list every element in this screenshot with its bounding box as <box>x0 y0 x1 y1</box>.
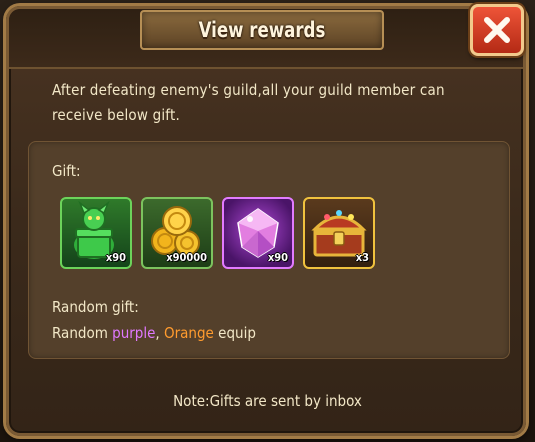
gift-item-coins[interactable]: x90000 <box>141 197 213 269</box>
dialog-title: View rewards <box>198 18 326 42</box>
random-purple-text: purple <box>112 324 156 342</box>
random-gift-text: Random purple, Orange equip <box>52 324 256 342</box>
random-gift-label: Random gift: <box>52 298 139 316</box>
random-separator: , <box>155 324 164 342</box>
gift-count: x90000 <box>166 251 207 264</box>
gift-count: x3 <box>355 251 369 264</box>
random-suffix: equip <box>213 324 256 342</box>
gift-item-chest[interactable]: x3 <box>303 197 375 269</box>
inbox-note: Note:Gifts are sent by inbox <box>173 392 362 410</box>
reward-description: After defeating enemy's guild,all your g… <box>52 81 445 124</box>
gift-item-gem[interactable]: x90 <box>222 197 294 269</box>
random-prefix: Random <box>52 324 113 342</box>
gift-count: x90 <box>105 251 126 264</box>
close-x-icon <box>484 17 510 43</box>
gift-count: x90 <box>267 251 288 264</box>
close-button[interactable] <box>470 4 524 56</box>
gift-item-dragon[interactable]: x90 <box>60 197 132 269</box>
gift-label: Gift: <box>52 162 81 180</box>
random-orange-text: Orange <box>164 324 214 342</box>
